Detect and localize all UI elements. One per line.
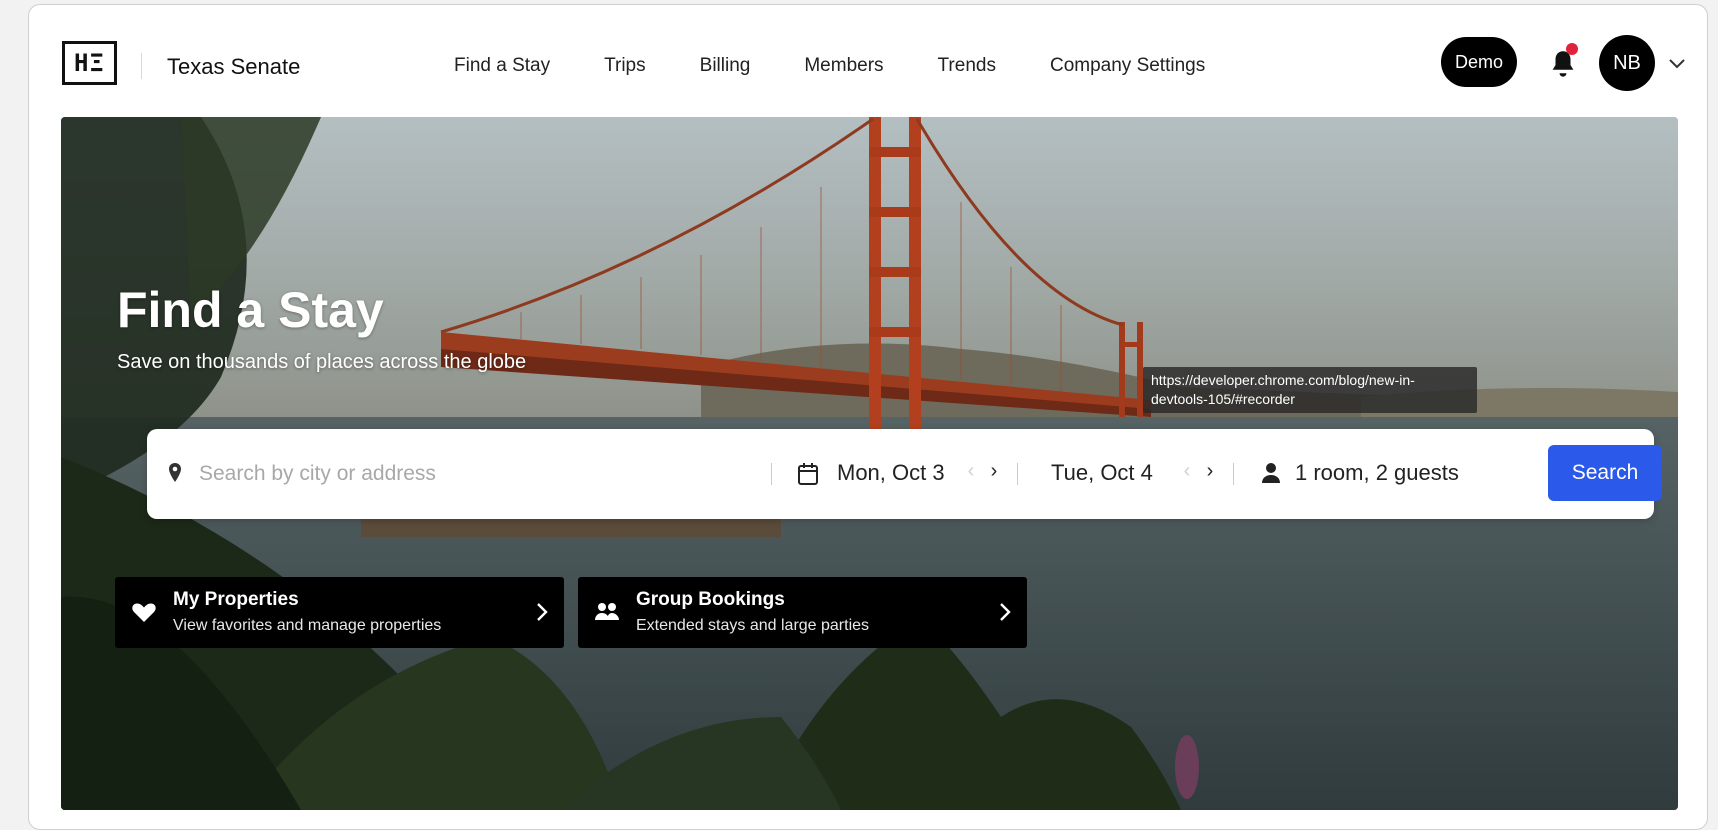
demo-button[interactable]: Demo <box>1441 37 1517 87</box>
heart-icon <box>132 603 156 622</box>
check-in-next-arrow[interactable]: › <box>985 460 1003 483</box>
search-button[interactable]: Search <box>1548 445 1662 501</box>
hero-banner: Find a Stay Save on thousands of places … <box>61 117 1678 810</box>
chevron-right-icon <box>537 603 548 621</box>
card-title: My Properties <box>173 589 299 610</box>
calendar-icon[interactable] <box>797 462 819 486</box>
check-out-prev-arrow[interactable]: ‹ <box>1178 460 1196 483</box>
page-title: Find a Stay <box>117 282 384 338</box>
card-title: Group Bookings <box>636 589 785 610</box>
check-in-prev-arrow[interactable]: ‹ <box>962 460 980 483</box>
page-subtitle: Save on thousands of places across the g… <box>117 351 527 373</box>
search-bar: Mon, Oct 3 ‹ › Tue, Oct 4 ‹ › 1 room, 2 … <box>147 429 1662 519</box>
my-properties-card[interactable]: My Properties View favorites and manage … <box>115 577 564 648</box>
notification-badge <box>1566 43 1578 55</box>
divider <box>1017 463 1018 485</box>
app-window: HΞ Texas Senate Find a Stay Trips Billin… <box>28 4 1708 830</box>
nav-trips[interactable]: Trips <box>577 43 673 120</box>
chevron-down-icon[interactable] <box>1667 55 1687 71</box>
nav-members[interactable]: Members <box>777 43 910 120</box>
nav-billing[interactable]: Billing <box>673 43 778 120</box>
avatar[interactable]: NB <box>1599 35 1655 91</box>
location-pin-icon <box>169 463 181 482</box>
main-nav: Find a Stay Trips Billing Members Trends… <box>427 43 1232 121</box>
divider <box>1233 463 1234 485</box>
group-bookings-card[interactable]: Group Bookings Extended stays and large … <box>578 577 1027 648</box>
logo[interactable]: HΞ <box>62 41 117 85</box>
nav-find-a-stay[interactable]: Find a Stay <box>427 43 578 121</box>
nav-company-settings[interactable]: Company Settings <box>1023 43 1232 120</box>
chevron-right-icon <box>1000 603 1011 621</box>
card-subtitle: Extended stays and large parties <box>636 617 870 634</box>
logo-divider <box>141 53 142 79</box>
check-out-date[interactable]: Tue, Oct 4 <box>1051 460 1153 486</box>
check-out-next-arrow[interactable]: › <box>1201 460 1219 483</box>
guests-selector[interactable]: 1 room, 2 guests <box>1295 460 1459 486</box>
url-tooltip: https://developer.chrome.com/blog/new-in… <box>1143 367 1477 413</box>
organization-name: Texas Senate <box>167 54 301 79</box>
card-subtitle: View favorites and manage properties <box>173 617 442 634</box>
nav-trends[interactable]: Trends <box>911 43 1023 120</box>
divider <box>771 463 772 485</box>
group-icon <box>595 603 619 620</box>
search-input[interactable] <box>199 451 759 497</box>
person-icon <box>1262 463 1280 483</box>
check-in-date[interactable]: Mon, Oct 3 <box>837 460 945 486</box>
